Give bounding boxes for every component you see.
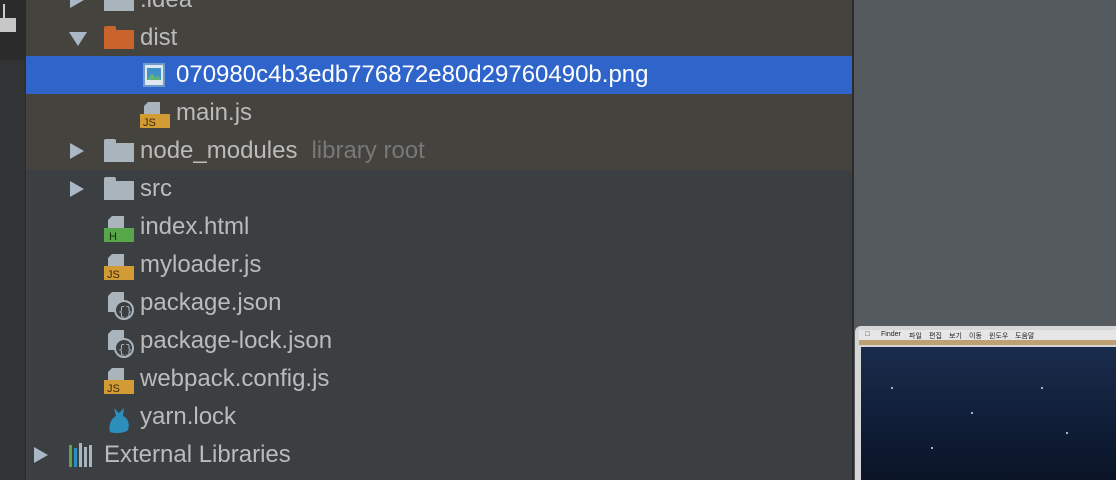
preview-toolbar: [859, 340, 1116, 345]
tree-item-label: node_modules: [140, 137, 298, 164]
expand-arrow-icon[interactable]: [34, 447, 48, 463]
tree-row-index-html[interactable]: H index.html: [26, 208, 852, 246]
tree-row-node-modules[interactable]: node_modules library root: [26, 132, 852, 170]
tree-item-label: External Libraries: [104, 441, 291, 468]
html-file-icon: H: [104, 214, 134, 243]
tree-row-idea[interactable]: .idea: [26, 0, 852, 19]
left-tool-gutter: [0, 0, 26, 480]
folder-icon: [104, 0, 134, 13]
js-file-icon: JS: [140, 100, 170, 129]
tree-row-src[interactable]: src: [26, 170, 852, 208]
project-tool-icon[interactable]: [0, 0, 25, 60]
tree-item-label: webpack.config.js: [140, 365, 330, 392]
js-badge-text: JS: [107, 383, 120, 395]
svg-text:{}: {}: [118, 343, 132, 357]
expand-arrow-icon[interactable]: [70, 143, 84, 159]
tree-row-package-lock-json[interactable]: {} package-lock.json: [26, 322, 852, 360]
json-file-icon: {}: [106, 290, 136, 320]
folder-icon: [104, 138, 134, 164]
libraries-icon: [68, 442, 98, 468]
image-file-icon: [142, 62, 172, 88]
html-badge-text: H: [109, 231, 117, 243]
tree-row-main-js[interactable]: JS main.js: [26, 94, 852, 132]
tree-item-label: dist: [140, 24, 178, 51]
tree-row-external-libraries[interactable]: External Libraries: [26, 436, 852, 474]
collapse-arrow-icon[interactable]: [69, 32, 87, 46]
folder-icon: [104, 25, 134, 51]
tree-row-yarn-lock[interactable]: yarn.lock: [26, 398, 852, 436]
expand-arrow-icon[interactable]: [70, 0, 84, 8]
js-file-icon: JS: [104, 252, 134, 281]
js-file-icon: JS: [104, 366, 134, 395]
project-tree: .idea dist 070980c4b3edb776872e80d297604…: [26, 0, 852, 480]
js-badge-text: JS: [107, 269, 120, 281]
js-badge-text: JS: [143, 117, 156, 129]
tree-item-label: .idea: [140, 0, 192, 13]
tree-row-dist[interactable]: dist: [26, 19, 852, 57]
tree-row-package-json[interactable]: {} package.json: [26, 284, 852, 322]
preview-desktop-image: [861, 347, 1116, 480]
tree-row-webpack-config-js[interactable]: JS webpack.config.js: [26, 360, 852, 398]
tree-item-label: 070980c4b3edb776872e80d29760490b.png: [176, 61, 649, 88]
tree-item-label: myloader.js: [140, 251, 262, 278]
svg-text:{}: {}: [118, 305, 132, 319]
expand-arrow-icon[interactable]: [70, 181, 84, 197]
tree-item-label: src: [140, 175, 172, 202]
tree-item-label: package.json: [140, 289, 282, 316]
preview-menu-item: Finder: [881, 331, 901, 338]
tree-item-label: index.html: [140, 213, 250, 240]
tree-item-label: yarn.lock: [140, 403, 237, 430]
tree-item-label: package-lock.json: [140, 327, 333, 354]
yarn-icon: [106, 404, 136, 434]
tree-row-myloader-js[interactable]: JS myloader.js: [26, 246, 852, 284]
tree-item-label: main.js: [176, 99, 253, 126]
folder-icon: [104, 176, 134, 202]
library-root-hint: library root: [311, 137, 425, 164]
image-preview-thumbnail:  Finder 파일 편집 보기 이동 윈도우 도움말: [855, 326, 1116, 480]
json-file-icon: {}: [106, 328, 136, 358]
tree-row-png[interactable]: 070980c4b3edb776872e80d29760490b.png: [26, 56, 852, 94]
